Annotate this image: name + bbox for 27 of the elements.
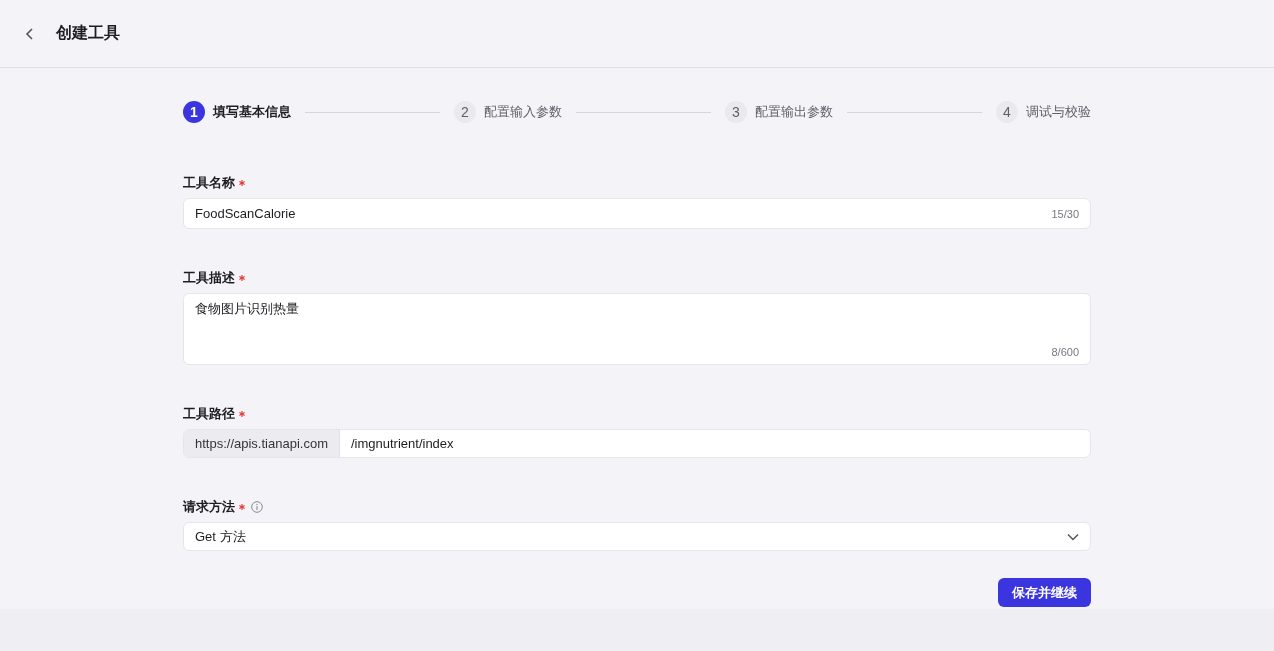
- step-label[interactable]: 调试与校验: [1026, 103, 1091, 121]
- character-counter: 15/30: [1051, 207, 1079, 220]
- textarea-field[interactable]: 食物图片识别热量 8/600: [183, 293, 1091, 365]
- method-select[interactable]: Get 方法: [183, 522, 1091, 551]
- character-counter: 8/600: [1051, 346, 1079, 358]
- url-prefix: https://apis.tianapi.com: [184, 430, 340, 457]
- url-input-field[interactable]: https://apis.tianapi.com /imgnutrient/index: [183, 429, 1091, 458]
- field-label: 工具路径: [183, 405, 235, 423]
- select-value: Get 方法: [195, 527, 246, 546]
- field-label: 工具名称: [183, 174, 235, 192]
- step-label[interactable]: 填写基本信息: [213, 103, 291, 121]
- input-value: FoodScanCalorie: [195, 206, 296, 221]
- step-label[interactable]: 配置输入参数: [484, 103, 562, 121]
- textarea-value: 食物图片识别热量: [195, 300, 300, 318]
- step-number: 1: [183, 101, 205, 123]
- page-title: 创建工具: [56, 23, 120, 43]
- info-icon[interactable]: [251, 501, 263, 513]
- step-label[interactable]: 配置输出参数: [755, 103, 833, 121]
- step-number: 4: [996, 101, 1018, 123]
- save-and-continue-button[interactable]: 保存并继续: [998, 578, 1091, 607]
- field-label: 请求方法: [183, 498, 235, 516]
- step-number: 2: [454, 101, 476, 123]
- chevron-down-icon: [1067, 532, 1079, 541]
- input-value: /imgnutrient/index: [349, 436, 455, 451]
- text-input-field[interactable]: FoodScanCalorie 15/30: [183, 198, 1091, 229]
- step-number: 3: [725, 101, 747, 123]
- field-label: 工具描述: [183, 269, 235, 287]
